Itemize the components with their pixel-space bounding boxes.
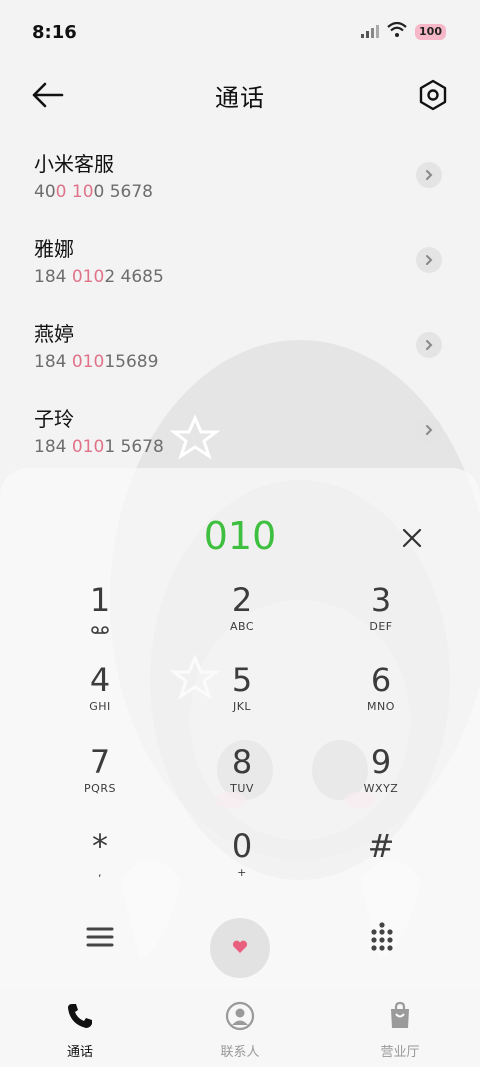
contact-item[interactable]: 小米客服 400 100 5678 [0,136,480,221]
key-8[interactable]: 8 TUV [172,742,312,818]
chevron-right-icon[interactable] [416,247,442,273]
chevron-right-icon[interactable] [416,162,442,188]
bottom-navigation: 通话 联系人 营业厅 [0,990,480,1067]
contact-number: 400 100 5678 [34,182,153,202]
nav-tab-contacts[interactable]: 联系人 [160,990,320,1067]
signal-icon [361,23,380,42]
nav-tab-calls[interactable]: 通话 [0,990,160,1067]
shopping-bag-icon [384,1000,416,1036]
status-time: 8:16 [32,21,77,43]
contact-name: 小米客服 [34,152,114,176]
contact-name: 子玲 [34,407,74,431]
key-2[interactable]: 2 ABC [172,580,312,656]
key-star[interactable]: * , [30,826,170,902]
nav-label: 通话 [66,1045,93,1060]
heart-icon [232,939,248,958]
dialpad-grid-icon[interactable] [366,921,398,953]
nav-tab-service-hall[interactable]: 营业厅 [320,990,480,1067]
contact-suggestion-list: 小米客服 400 100 5678 雅娜 184 0102 4685 燕婷 18… [0,136,480,476]
key-5[interactable]: 5 JKL [172,660,312,736]
settings-hexagon-icon[interactable] [416,78,450,112]
chevron-right-icon[interactable] [416,417,442,443]
key-0[interactable]: 0 + [172,826,312,902]
contact-item[interactable]: 子玲 184 0101 5678 [0,391,480,476]
contact-item[interactable]: 燕婷 184 01015689 [0,306,480,391]
key-hash[interactable]: # [311,826,451,902]
contact-number: 184 0102 4685 [34,267,164,287]
contact-number: 184 0101 5678 [34,437,164,457]
key-3[interactable]: 3 DEF [311,580,451,656]
back-arrow-icon[interactable] [30,80,66,110]
voicemail-icon [30,620,170,634]
clear-x-icon[interactable] [394,520,430,556]
page-title: 通话 [215,83,265,112]
chevron-right-icon[interactable] [416,332,442,358]
header: 通话 [0,70,480,120]
contact-item[interactable]: 雅娜 184 0102 4685 [0,221,480,306]
key-1[interactable]: 1 [30,580,170,656]
contact-icon [224,1000,256,1036]
contact-name: 燕婷 [34,322,74,346]
nav-label: 联系人 [220,1045,260,1060]
battery-indicator: 100 [415,24,446,40]
key-7[interactable]: 7 PQRS [30,742,170,818]
key-4[interactable]: 4 GHI [30,660,170,736]
status-bar: 8:16 100 [0,0,480,64]
phone-icon [64,1000,96,1036]
nav-label: 营业厅 [380,1045,420,1060]
key-9[interactable]: 9 WXYZ [311,742,451,818]
contact-number: 184 01015689 [34,352,159,372]
contact-name: 雅娜 [34,237,74,261]
key-6[interactable]: 6 MNO [311,660,451,736]
call-button[interactable] [210,918,270,978]
menu-lines-icon[interactable] [84,921,116,953]
status-icons: 100 [361,21,446,42]
wifi-icon [387,21,407,42]
